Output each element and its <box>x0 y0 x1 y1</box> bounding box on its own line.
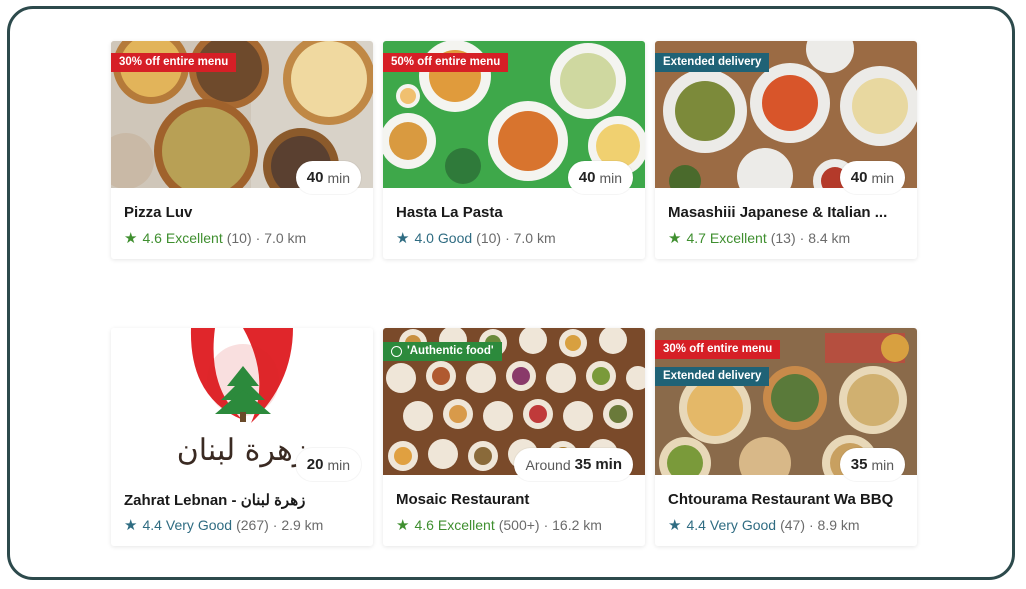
distance: · 8.4 km <box>799 230 851 246</box>
smiley-icon <box>391 346 402 357</box>
rating-label: Very Good <box>709 517 777 533</box>
star-icon: ★ <box>668 230 682 247</box>
delivery-time-pill: 40 min <box>839 161 905 194</box>
restaurant-card-hasta-la-pasta[interactable]: 50% off entire menu 40 min Hasta La Pasta… <box>383 41 645 259</box>
rating-value: 4.6 <box>142 230 162 246</box>
rating-label: Excellent <box>437 517 495 533</box>
restaurant-name[interactable]: Pizza Luv <box>124 204 364 221</box>
distance: · 7.0 km <box>255 230 307 246</box>
rating-row: ★ 4.4 Very Good (47) · 8.9 km <box>668 516 860 534</box>
delivery-time-pill: 35 min <box>839 448 905 481</box>
rating-row: ★ 4.0 Good (10) · 7.0 km <box>396 229 556 247</box>
review-count: (10) <box>226 230 252 246</box>
restaurant-card-pizza-luv[interactable]: 30% off entire menu 40 min Pizza Luv ★ 4.… <box>111 41 373 259</box>
rating-label: Very Good <box>165 517 233 533</box>
distance: · 2.9 km <box>272 517 324 533</box>
rating-row: ★ 4.6 Excellent (10) · 7.0 km <box>124 229 306 247</box>
review-count: (500+) <box>498 517 540 533</box>
restaurant-name[interactable]: Hasta La Pasta <box>396 204 636 221</box>
star-icon: ★ <box>396 230 410 247</box>
distance: · 7.0 km <box>505 230 556 246</box>
rating-value: 4.7 <box>686 230 706 246</box>
restaurant-name[interactable]: Masashiii Japanese & Italian ... <box>668 204 908 221</box>
delivery-badge: Extended delivery <box>655 53 770 72</box>
star-icon: ★ <box>396 517 410 534</box>
rating-value: 4.6 <box>414 517 434 533</box>
review-count: (13) <box>770 230 796 246</box>
delivery-badge: Extended delivery <box>655 367 770 386</box>
restaurant-name[interactable]: Chtourama Restaurant Wa BBQ <box>668 491 908 508</box>
rating-value: 4.4 <box>686 517 706 533</box>
delivery-time-pill: Around 35 min <box>514 448 633 481</box>
restaurant-card-zahrat-lebnan[interactable]: زهرة لبنان 20 min Zahrat Lebnan - زهرة لب… <box>111 328 373 546</box>
star-icon: ★ <box>124 517 138 534</box>
rating-label: Excellent <box>709 230 767 246</box>
offer-badge: 50% off entire menu <box>383 53 509 72</box>
offer-badge: 30% off entire menu <box>655 340 781 359</box>
star-icon: ★ <box>124 230 138 247</box>
restaurant-card-chtourama[interactable]: 30% off entire menu Extended delivery 35… <box>655 328 917 546</box>
distance: · 16.2 km <box>543 517 602 533</box>
review-count: (10) <box>476 230 502 246</box>
rating-label: Good <box>437 230 473 246</box>
restaurant-card-masashiii[interactable]: Extended delivery 40 min Masashiii Japane… <box>655 41 917 259</box>
restaurant-name[interactable]: Zahrat Lebnan - زهرة لبنان <box>124 491 364 509</box>
star-icon: ★ <box>668 517 682 534</box>
review-count: (267) <box>236 517 269 533</box>
distance: · 8.9 km <box>808 517 860 533</box>
offer-badge: 30% off entire menu <box>111 53 237 72</box>
review-count: (47) <box>780 517 805 533</box>
delivery-time-pill: 40 min <box>295 161 361 194</box>
rating-row: ★ 4.4 Very Good (267) · 2.9 km <box>124 516 323 534</box>
restaurant-name[interactable]: Mosaic Restaurant <box>396 491 636 508</box>
tag-badge-label: 'Authentic food' <box>407 345 494 357</box>
tag-badge: 'Authentic food' <box>383 342 502 361</box>
restaurant-card-mosaic[interactable]: 'Authentic food' Around 35 min Mosaic Rest… <box>383 328 645 546</box>
delivery-time-pill: 20 min <box>295 448 361 481</box>
rating-value: 4.0 <box>414 230 434 246</box>
rating-row: ★ 4.6 Excellent (500+) · 16.2 km <box>396 516 602 534</box>
rating-row: ★ 4.7 Excellent (13) · 8.4 km <box>668 229 850 247</box>
rating-value: 4.4 <box>142 517 162 533</box>
rating-label: Excellent <box>165 230 223 246</box>
delivery-time-pill: 40 min <box>567 161 633 194</box>
